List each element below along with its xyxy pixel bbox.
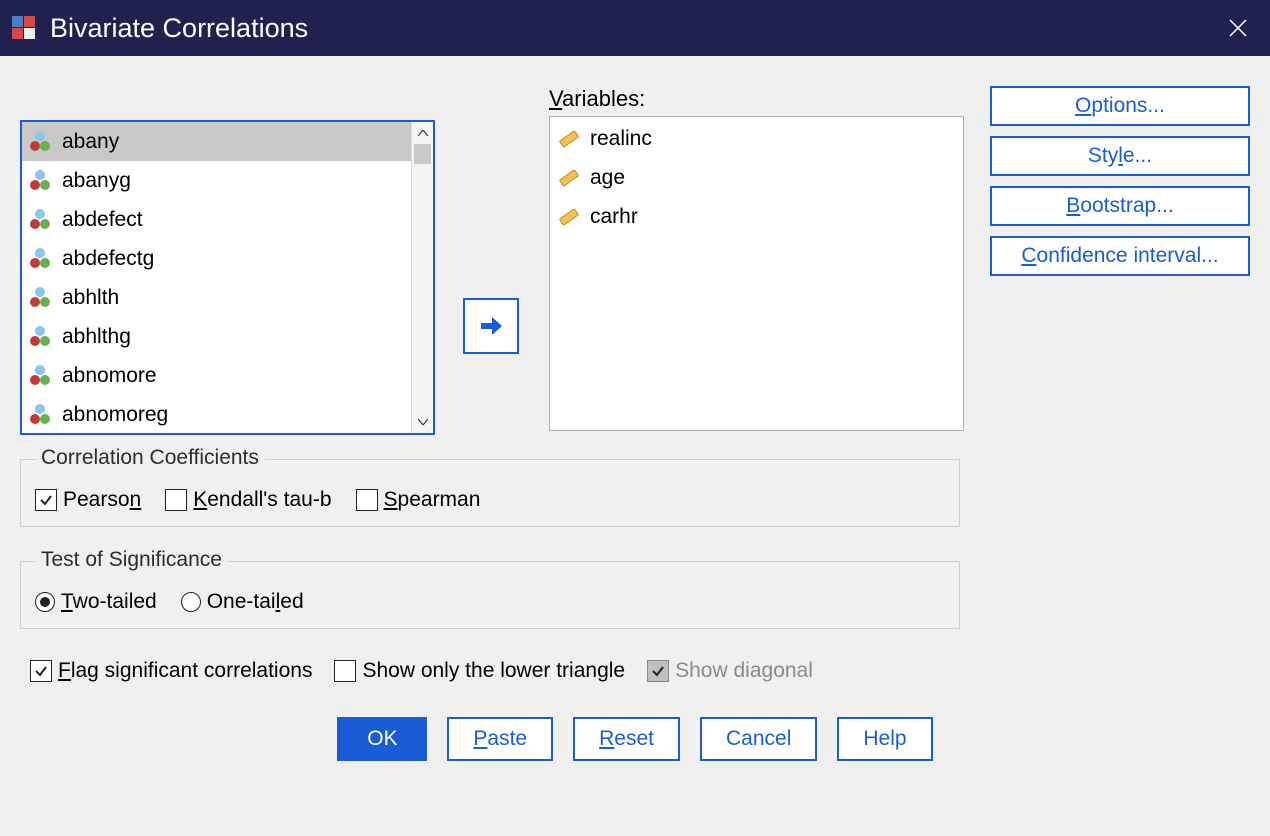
correlation-coefficients-group: Correlation Coefficients PearsonKendall'… [20,459,960,527]
variable-name: realinc [590,127,652,151]
checkbox-label: Flag significant correlations [58,659,312,683]
scroll-up-button[interactable] [412,122,433,144]
side-button-style[interactable]: Style... [990,136,1250,176]
side-button-bootstrap[interactable]: Bootstrap... [990,186,1250,226]
nominal-icon [28,130,52,154]
radio-circle [35,592,55,612]
side-button-confidence-interval[interactable]: Confidence interval... [990,236,1250,276]
ok-button[interactable]: OK [337,717,427,761]
checkbox-box [35,489,57,511]
scroll-track[interactable] [412,144,433,411]
list-item[interactable]: abdefect [22,200,411,239]
radio-two-tailed[interactable]: Two-tailed [35,590,157,614]
chevron-down-icon [418,419,428,425]
checkbox-box [165,489,187,511]
close-button[interactable] [1218,8,1258,48]
radio-label: Two-tailed [61,590,157,614]
paste-button[interactable]: Paste [447,717,553,761]
nominal-icon [28,325,52,349]
scrollbar[interactable] [411,122,433,433]
scroll-down-button[interactable] [412,411,433,433]
source-variable-list[interactable]: abany abanyg abdefect abdefectg abhlth abhlth… [20,120,435,435]
nominal-icon [28,364,52,388]
list-item[interactable]: realinc [550,119,963,158]
dialog-content: Options... Style... Bootstrap... Confidence… [0,56,1270,836]
checkbox-label: Kendall's tau-b [193,488,331,512]
variable-name: abdefect [62,208,143,232]
checkbox-label: Show only the lower triangle [362,659,625,683]
checkbox-show-only-the-lower-triangle[interactable]: Show only the lower triangle [334,659,625,683]
list-item[interactable]: abhlthg [22,317,411,356]
radio-one-tailed[interactable]: One-tailed [181,590,304,614]
variable-name: abhlth [62,286,119,310]
scale-icon [558,167,580,189]
arrow-right-icon [477,312,505,340]
move-right-button[interactable] [463,298,519,354]
scroll-thumb[interactable] [414,144,431,164]
cancel-button[interactable]: Cancel [700,717,817,761]
list-item[interactable]: abany [22,122,411,161]
chevron-up-icon [418,130,428,136]
checkbox-kendall-s-tau-b[interactable]: Kendall's tau-b [165,488,331,512]
checkbox-box [30,660,52,682]
checkbox-flag-significant-correlations[interactable]: Flag significant correlations [30,659,312,683]
list-item[interactable]: abnomoreg [22,395,411,433]
reset-button[interactable]: Reset [573,717,680,761]
side-button-panel: Options... Style... Bootstrap... Confidence… [990,86,1250,276]
checkbox-label: Spearman [384,488,481,512]
test-of-significance-group: Test of Significance Two-tailedOne-taile… [20,561,960,629]
titlebar: Bivariate Correlations [0,0,1270,56]
checkbox-show-diagonal: Show diagonal [647,659,813,683]
side-button-options[interactable]: Options... [990,86,1250,126]
group-label: Test of Significance [35,548,228,572]
nominal-icon [28,403,52,427]
selected-variable-list[interactable]: realinc age carhr [549,116,964,431]
app-icon [12,16,36,40]
checkbox-label: Pearson [63,488,141,512]
help-button[interactable]: Help [837,717,932,761]
radio-circle [181,592,201,612]
checkbox-label: Show diagonal [675,659,813,683]
dialog-button-row: OK Paste Reset Cancel Help [20,717,1250,761]
nominal-icon [28,208,52,232]
variables-label: Variables: [549,86,964,112]
nominal-icon [28,247,52,271]
list-item[interactable]: abanyg [22,161,411,200]
variable-name: abhlthg [62,325,131,349]
nominal-icon [28,169,52,193]
list-item[interactable]: carhr [550,197,963,236]
variable-name: carhr [590,205,638,229]
variable-name: abnomore [62,364,157,388]
variable-name: abany [62,130,119,154]
variable-name: abnomoreg [62,403,168,427]
scale-icon [558,128,580,150]
group-label: Correlation Coefficients [35,446,265,470]
list-item[interactable]: abnomore [22,356,411,395]
checkbox-spearman[interactable]: Spearman [356,488,481,512]
radio-label: One-tailed [207,590,304,614]
nominal-icon [28,286,52,310]
list-item[interactable]: abdefectg [22,239,411,278]
list-item[interactable]: age [550,158,963,197]
variable-name: abanyg [62,169,131,193]
close-icon [1229,19,1247,37]
window-title: Bivariate Correlations [50,13,1218,44]
list-item[interactable]: abhlth [22,278,411,317]
checkbox-box [334,660,356,682]
variable-name: abdefectg [62,247,154,271]
checkbox-box [356,489,378,511]
scale-icon [558,206,580,228]
variable-name: age [590,166,625,190]
checkbox-box [647,660,669,682]
checkbox-pearson[interactable]: Pearson [35,488,141,512]
